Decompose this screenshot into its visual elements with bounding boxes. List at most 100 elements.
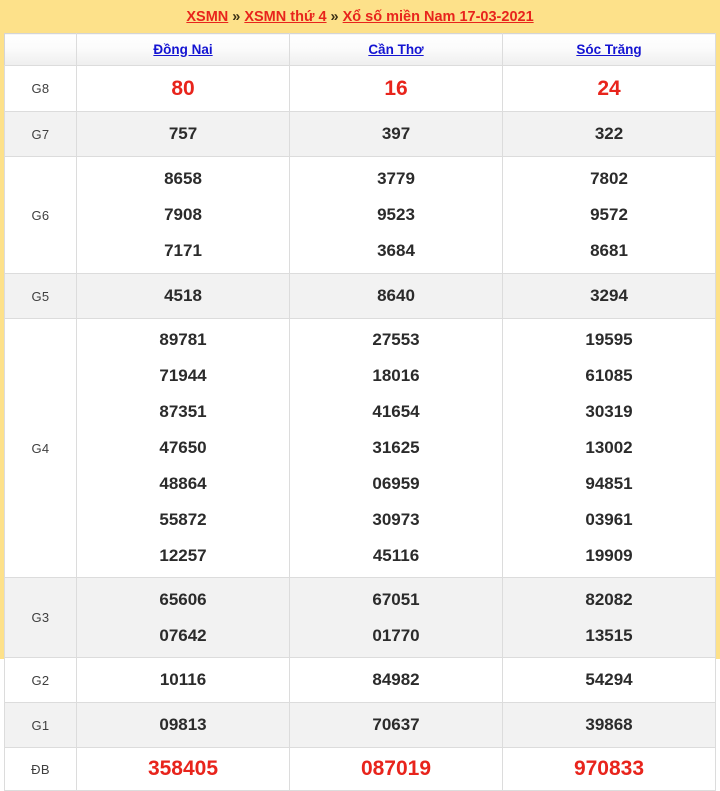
prize-label-G1: G1 bbox=[4, 702, 77, 748]
prize-number: 12257 bbox=[159, 546, 207, 565]
prize-cell: 89781 71944 87351 47650 48864 55872 12257 bbox=[76, 318, 290, 578]
prize-number: 3294 bbox=[590, 286, 628, 305]
prize-number: 19909 bbox=[585, 546, 633, 565]
prize-cell: 970833 bbox=[502, 747, 716, 791]
prize-number: 61085 bbox=[585, 366, 633, 385]
prize-cell: 09813 bbox=[76, 702, 290, 748]
prize-cell: 3294 bbox=[502, 273, 716, 319]
lottery-results-table: Đồng Nai Cần Thơ Sóc Trăng G8 80 16 24 G7 757 39… bbox=[4, 33, 716, 791]
table-row: G1 09813 70637 39868 bbox=[4, 702, 716, 748]
table-row: G3 65606 07642 67051 01770 82082 13515 bbox=[4, 577, 716, 658]
prize-number: 55872 bbox=[159, 510, 207, 529]
table-row: G8 80 16 24 bbox=[4, 65, 716, 112]
prize-cell: 19595 61085 30319 13002 94851 03961 19909 bbox=[502, 318, 716, 578]
prize-label-G3: G3 bbox=[4, 577, 77, 658]
prize-cell: 757 bbox=[76, 111, 290, 157]
prize-number: 10116 bbox=[159, 670, 207, 689]
prize-cell: 8640 bbox=[289, 273, 503, 319]
prize-number: 07642 bbox=[159, 625, 207, 645]
prize-number: 71944 bbox=[159, 366, 207, 385]
prize-cell: 70637 bbox=[289, 702, 503, 748]
prize-number: 4518 bbox=[164, 286, 202, 305]
prize-cell: 4518 bbox=[76, 273, 290, 319]
prize-number: 30973 bbox=[372, 510, 420, 529]
prize-number: 3684 bbox=[377, 241, 415, 260]
prize-number: 84982 bbox=[372, 670, 420, 689]
prize-label-G2: G2 bbox=[4, 657, 77, 703]
prize-number: 09813 bbox=[159, 715, 207, 734]
breadcrumb-link-4[interactable]: Xổ số miền Nam 17-03-2021 bbox=[343, 9, 534, 25]
table-body: G8 80 16 24 G7 757 397 322 G6 8658 7908 7171 3779 952… bbox=[4, 65, 716, 791]
prize-label-ĐB: ĐB bbox=[4, 747, 77, 791]
prize-number: 82082 bbox=[585, 589, 633, 609]
prize-cell: 16 bbox=[289, 65, 503, 112]
prize-number: 89781 bbox=[159, 330, 207, 349]
prize-number: 01770 bbox=[372, 625, 420, 645]
breadcrumb-link-2[interactable]: XSMN thứ 4 bbox=[244, 9, 326, 25]
prize-number: 94851 bbox=[585, 474, 633, 493]
breadcrumb-separator-3: » bbox=[330, 8, 339, 25]
prize-label-G7: G7 bbox=[4, 111, 77, 157]
table-row: G5 4518 8640 3294 bbox=[4, 273, 716, 319]
prize-cell: 39868 bbox=[502, 702, 716, 748]
prize-number: 087019 bbox=[360, 757, 432, 780]
prize-cell: 10116 bbox=[76, 657, 290, 703]
prize-number: 7171 bbox=[164, 241, 202, 260]
prize-cell: 358405 bbox=[76, 747, 290, 791]
table-row: G4 89781 71944 87351 47650 48864 55872 12257 275… bbox=[4, 318, 716, 578]
prize-number: 03961 bbox=[585, 510, 633, 529]
prize-cell: 80 bbox=[76, 65, 290, 112]
table-head: Đồng Nai Cần Thơ Sóc Trăng bbox=[4, 33, 716, 66]
corner-cell bbox=[4, 33, 77, 66]
lottery-result-widget: XSMN» XSMN thứ 4» Xổ số miền Nam 17-03-202… bbox=[0, 0, 720, 791]
prize-cell: 3779 9523 3684 bbox=[289, 156, 503, 274]
prize-number: 13002 bbox=[585, 438, 633, 457]
prize-number: 397 bbox=[381, 124, 411, 143]
prize-number: 06959 bbox=[372, 474, 420, 493]
prize-number: 27553 bbox=[372, 330, 420, 349]
prize-cell: 65606 07642 bbox=[76, 577, 290, 658]
prize-number: 13515 bbox=[585, 625, 633, 645]
province-link-1[interactable]: Cần Thơ bbox=[368, 42, 423, 57]
province-header-1: Cần Thơ bbox=[289, 33, 503, 66]
prize-number: 41654 bbox=[372, 402, 420, 421]
province-link-2[interactable]: Sóc Trăng bbox=[576, 42, 641, 57]
prize-number: 7908 bbox=[164, 205, 202, 224]
table-row: G7 757 397 322 bbox=[4, 111, 716, 157]
prize-cell: 087019 bbox=[289, 747, 503, 791]
prize-number: 18016 bbox=[372, 366, 420, 385]
prize-label-G5: G5 bbox=[4, 273, 77, 319]
prize-cell: 84982 bbox=[289, 657, 503, 703]
prize-number: 16 bbox=[384, 76, 408, 100]
prize-number: 30319 bbox=[585, 402, 633, 421]
prize-number: 3779 bbox=[377, 169, 415, 188]
prize-number: 70637 bbox=[372, 715, 420, 734]
province-link-0[interactable]: Đồng Nai bbox=[153, 42, 212, 57]
prize-number: 9572 bbox=[590, 205, 628, 224]
prize-number: 47650 bbox=[159, 438, 207, 457]
prize-number: 67051 bbox=[372, 589, 420, 609]
table-row: ĐB 358405 087019 970833 bbox=[4, 747, 716, 791]
prize-cell: 397 bbox=[289, 111, 503, 157]
prize-number: 65606 bbox=[159, 589, 207, 609]
prize-number: 358405 bbox=[147, 757, 219, 780]
prize-label-G6: G6 bbox=[4, 156, 77, 274]
prize-number: 7802 bbox=[590, 169, 628, 188]
breadcrumb-link-0[interactable]: XSMN bbox=[186, 9, 228, 25]
prize-label-G4: G4 bbox=[4, 318, 77, 578]
prize-cell: 8658 7908 7171 bbox=[76, 156, 290, 274]
prize-number: 45116 bbox=[372, 546, 420, 565]
prize-number: 39868 bbox=[585, 715, 633, 734]
prize-number: 54294 bbox=[585, 670, 633, 689]
prize-cell: 82082 13515 bbox=[502, 577, 716, 658]
prize-cell: 7802 9572 8681 bbox=[502, 156, 716, 274]
prize-number: 8681 bbox=[590, 241, 628, 260]
prize-number: 9523 bbox=[377, 205, 415, 224]
table-row: G2 10116 84982 54294 bbox=[4, 657, 716, 703]
prize-number: 24 bbox=[597, 76, 621, 100]
prize-cell: 27553 18016 41654 31625 06959 30973 45116 bbox=[289, 318, 503, 578]
prize-number: 970833 bbox=[573, 757, 645, 780]
prize-cell: 67051 01770 bbox=[289, 577, 503, 658]
prize-number: 48864 bbox=[159, 474, 207, 493]
prize-number: 87351 bbox=[159, 402, 207, 421]
